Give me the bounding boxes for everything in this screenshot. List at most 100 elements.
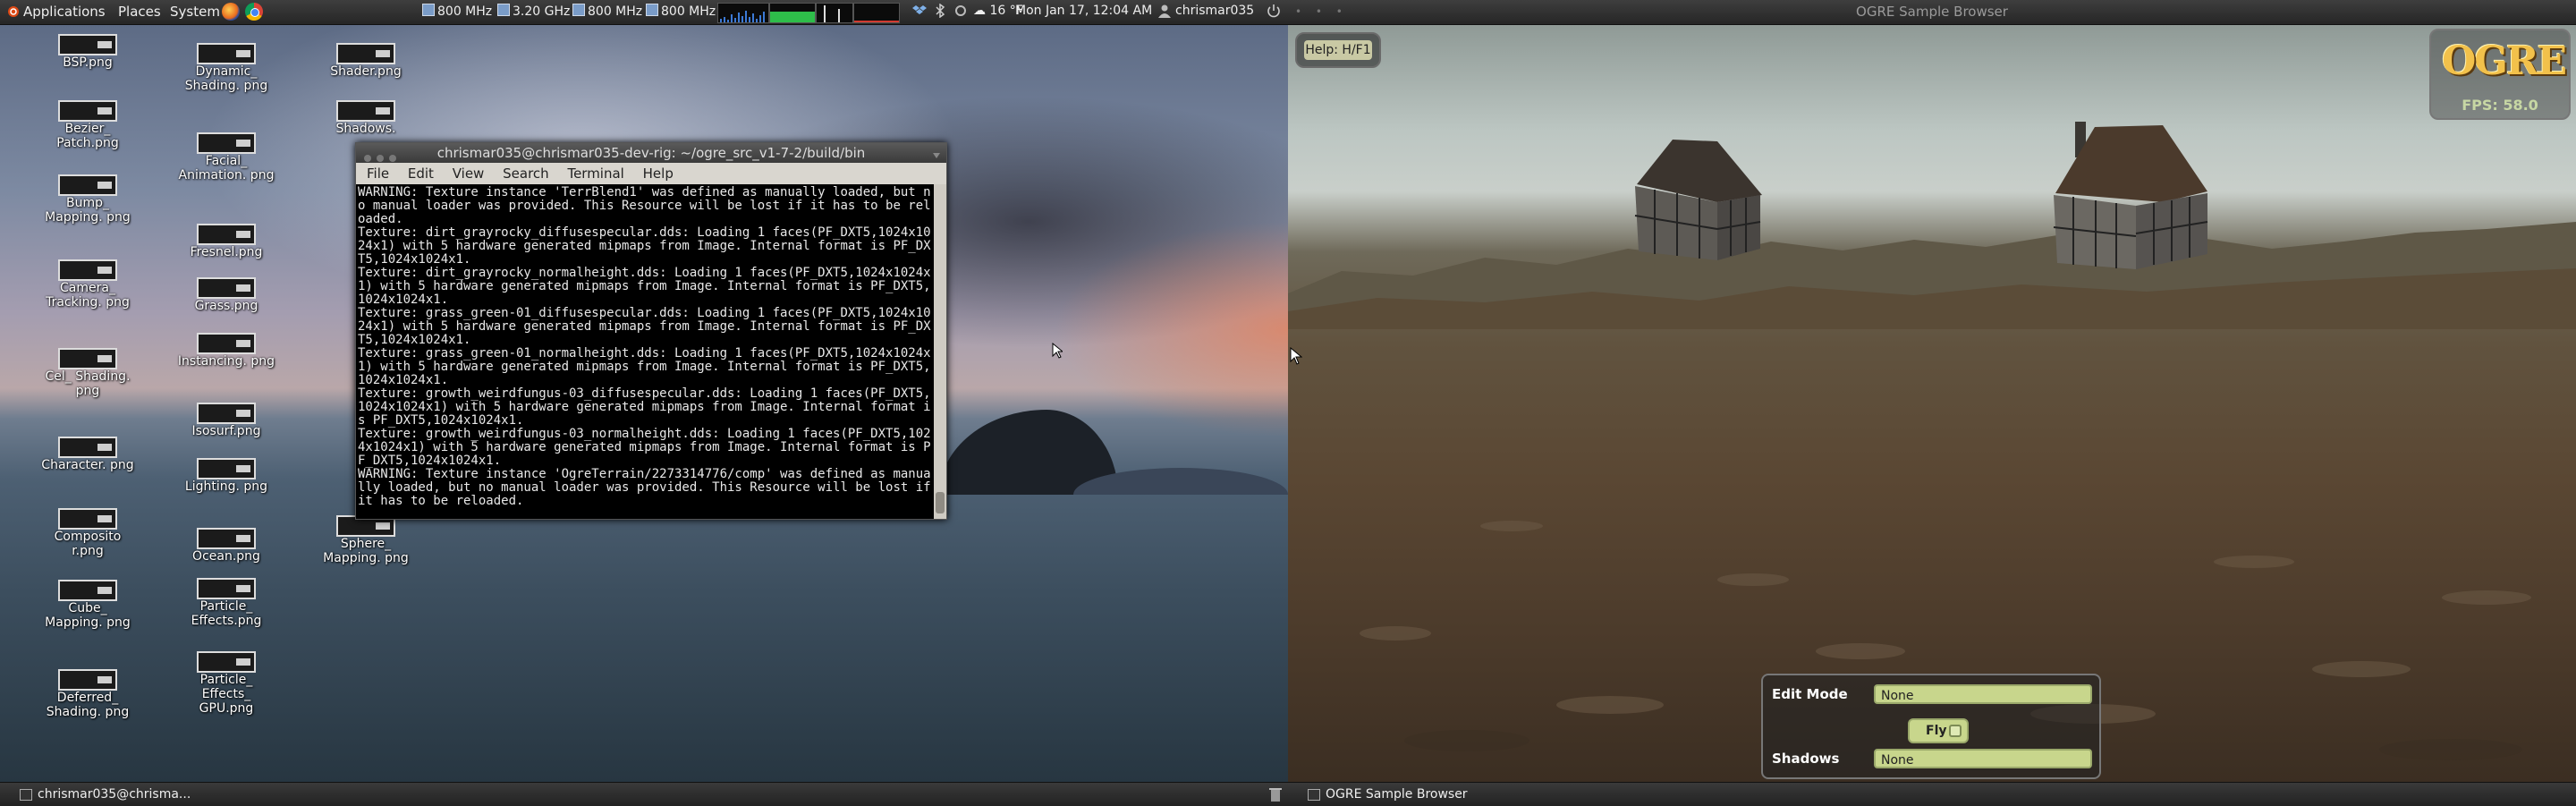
desktop-file-icon[interactable]: BSP.png [38, 34, 137, 70]
menu-help[interactable]: Help [643, 165, 674, 182]
desktop-file-icon[interactable]: Particle_ Effects_ GPU.png [177, 651, 275, 716]
desktop-file-icon[interactable]: Fresnel.png [177, 224, 275, 259]
desktop-file-icon[interactable]: Deferred_ Shading. png [38, 669, 137, 719]
cpu-icon [422, 4, 435, 16]
cpu-freq-3[interactable]: 800 MHz [572, 4, 642, 19]
bluetooth-icon[interactable] [934, 3, 946, 19]
power-icon[interactable] [1267, 4, 1281, 19]
taskbar-item-ogre[interactable]: OGRE Sample Browser [1304, 785, 1468, 803]
medieval-house-right [2053, 122, 2208, 269]
cpu-freq-2-text: 3.20 GHz [513, 4, 571, 19]
terminal-output[interactable]: WARNING: Texture instance 'TerrBlend1' w… [356, 184, 946, 517]
chrome-launcher-icon[interactable] [245, 3, 263, 21]
memory-graph[interactable] [769, 3, 816, 23]
load-graph[interactable] [853, 3, 900, 23]
desktop-file-icon[interactable]: Camera_ Tracking. png [38, 259, 137, 310]
mouse-pointer-icon [1052, 343, 1063, 359]
desktop-file-icon[interactable]: Shadows. [317, 100, 415, 136]
desktop-file-label: Sphere_ Mapping. png [323, 537, 409, 565]
desktop-file-icon[interactable]: Cube_ Mapping. png [38, 580, 137, 630]
desktop-file-icon[interactable]: Grass.png [177, 277, 275, 313]
user-menu[interactable]: chrismar035 [1175, 4, 1254, 18]
cpu-icon [646, 4, 658, 16]
applications-menu[interactable]: Applications [23, 4, 106, 20]
desktop-file-icon[interactable]: Isosurf.png [177, 403, 275, 438]
taskbar-item-terminal[interactable]: chrismar035@chrisma... [16, 785, 191, 803]
desktop-file-label: Grass.png [194, 299, 258, 313]
image-file-icon [58, 259, 117, 281]
desktop-file-label: Cel_ Shading. png [45, 369, 131, 398]
user-icon[interactable] [1157, 4, 1172, 19]
ogre-window-titlebar[interactable]: • • • OGRE Sample Browser [1288, 0, 2576, 24]
desktop-file-label: Instancing. png [177, 354, 275, 369]
image-file-icon [197, 528, 256, 549]
image-file-icon [197, 277, 256, 299]
firefox-launcher-icon[interactable] [222, 3, 240, 21]
desktop-file-label: Isosurf.png [191, 424, 261, 438]
minimize-icon[interactable] [376, 148, 385, 162]
window-menu-icon[interactable] [932, 147, 941, 158]
window-controls[interactable]: • • • [1295, 0, 1348, 24]
system-menu[interactable]: System [170, 4, 220, 20]
help-tray: Help: H/F1 [1295, 32, 1381, 68]
dropbox-icon[interactable] [912, 4, 927, 19]
menu-view[interactable]: View [453, 165, 485, 182]
image-file-icon [197, 333, 256, 354]
fps-counter: FPS: 58.0 [2462, 97, 2538, 114]
desktop-file-icon[interactable]: Bump_ Mapping. png [38, 174, 137, 225]
sync-icon[interactable] [953, 4, 968, 19]
cpu-freq-4[interactable]: 800 MHz [646, 4, 716, 19]
image-file-icon [197, 43, 256, 64]
desktop-file-icon[interactable]: Dynamic_ Shading. png [177, 43, 275, 93]
scrollbar-thumb[interactable] [936, 492, 945, 513]
terminal-titlebar[interactable]: chrismar035@chrismar035-dev-rig: ~/ogre_… [356, 143, 946, 163]
image-file-icon [197, 458, 256, 479]
checkbox-box[interactable] [1949, 725, 1962, 737]
ogre-viewport[interactable]: Help: H/F1 OGRE FPS: 58.0 Edit Mode None… [1288, 25, 2576, 782]
desktop-file-icon[interactable]: Ocean.png [177, 528, 275, 564]
trash-icon[interactable] [1268, 786, 1283, 806]
desktop-file-icon[interactable]: Cel_ Shading. png [38, 348, 137, 398]
cpu-freq-1[interactable]: 800 MHz [422, 4, 492, 19]
help-label[interactable]: Help: H/F1 [1304, 40, 1372, 60]
ogre-logo: OGRE [2442, 38, 2567, 84]
desktop-file-icon[interactable]: Facial_ Animation. png [177, 132, 275, 182]
cpu-graph[interactable] [717, 3, 769, 23]
desktop-file-icon[interactable]: Composito r.png [38, 508, 137, 558]
close-icon[interactable] [363, 148, 372, 162]
image-file-icon [197, 224, 256, 245]
shadows-select[interactable]: None [1874, 749, 2092, 768]
ubuntu-logo-icon[interactable] [7, 4, 20, 20]
desktop-file-icon[interactable]: Character. png [38, 437, 137, 472]
terminal-scrollbar[interactable] [934, 184, 946, 519]
desktop-file-icon[interactable]: Bezier_ Patch.png [38, 100, 137, 150]
network-graph[interactable] [816, 3, 853, 23]
desktop-file-icon[interactable]: Lighting. png [177, 458, 275, 494]
desktop-file-icon[interactable]: Sphere_ Mapping. png [317, 515, 415, 565]
image-file-icon [58, 348, 117, 369]
desktop-file-label: Deferred_ Shading. png [46, 691, 130, 719]
desktop-file-label: Dynamic_ Shading. png [184, 64, 268, 93]
medieval-house-left [1634, 140, 1762, 260]
fly-checkbox[interactable]: Fly [1908, 718, 1969, 743]
cpu-freq-3-text: 800 MHz [588, 4, 643, 19]
desktop-file-label: Fresnel.png [190, 245, 263, 259]
desktop-file-icon[interactable]: Shader.png [317, 43, 415, 79]
places-menu[interactable]: Places [118, 4, 161, 20]
menu-edit[interactable]: Edit [408, 165, 434, 182]
terminal-window[interactable]: chrismar035@chrismar035-dev-rig: ~/ogre_… [355, 142, 947, 520]
menu-terminal[interactable]: Terminal [567, 165, 623, 182]
desktop-file-icon[interactable]: Particle_ Effects.png [177, 578, 275, 628]
terminal-title: chrismar035@chrismar035-dev-rig: ~/ogre_… [436, 145, 866, 161]
bottom-panel: chrismar035@chrisma... OGRE Sample Brows… [0, 782, 2576, 806]
cpu-freq-2[interactable]: 3.20 GHz [497, 4, 570, 19]
menu-file[interactable]: File [367, 165, 389, 182]
maximize-icon[interactable] [388, 148, 397, 162]
clock[interactable]: Mon Jan 17, 12:04 AM [1015, 4, 1152, 18]
edit-mode-select[interactable]: None [1874, 684, 2092, 704]
desktop-file-label: Facial_ Animation. png [178, 154, 275, 182]
cpu-freq-4-text: 800 MHz [661, 4, 716, 19]
menu-search[interactable]: Search [503, 165, 549, 182]
image-file-icon [197, 132, 256, 154]
desktop-file-icon[interactable]: Instancing. png [177, 333, 275, 369]
